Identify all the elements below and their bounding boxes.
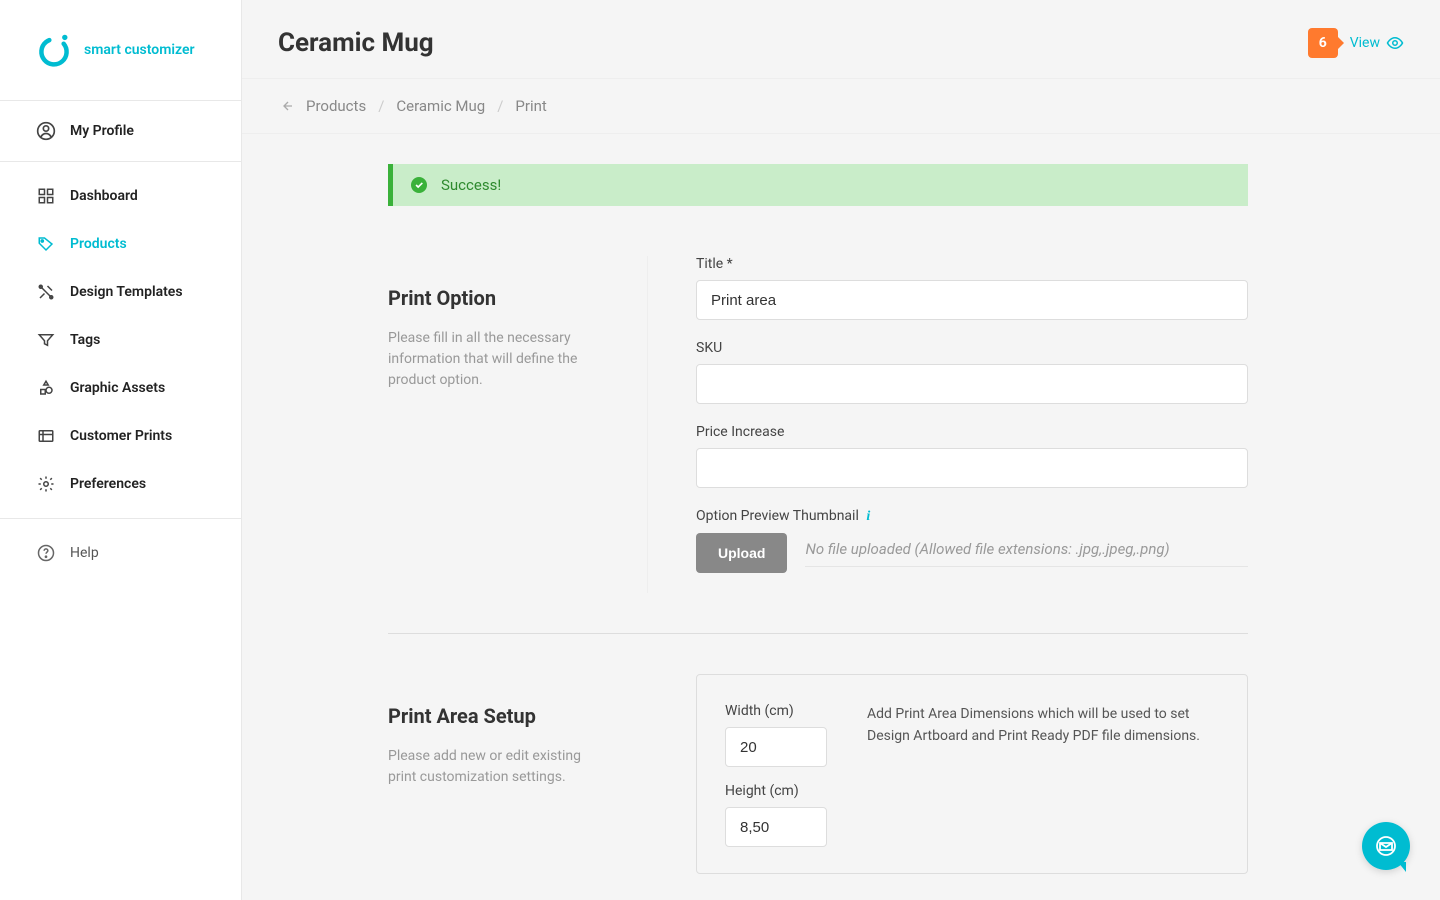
thumbnail-label: Option Preview Thumbnail i xyxy=(696,508,1248,525)
view-link[interactable]: View xyxy=(1350,34,1404,52)
section-heading-print-option: Print Option xyxy=(388,286,607,310)
breadcrumb-separator: / xyxy=(497,97,503,115)
section-description: Please fill in all the necessary informa… xyxy=(388,328,607,391)
title-label: Title * xyxy=(696,256,1248,272)
section-heading-print-area: Print Area Setup xyxy=(388,704,608,728)
nav-label: Help xyxy=(70,545,99,561)
brand-logo-icon xyxy=(36,32,72,68)
height-label: Height (cm) xyxy=(725,783,827,799)
nav-design-templates[interactable]: Design Templates xyxy=(0,268,241,316)
nav-label: Dashboard xyxy=(70,188,138,204)
chat-fab[interactable] xyxy=(1362,822,1410,870)
filter-icon xyxy=(36,330,56,350)
width-input[interactable] xyxy=(725,727,827,767)
nav-label: My Profile xyxy=(70,123,134,139)
check-icon xyxy=(411,177,427,193)
breadcrumb: Products / Ceramic Mug / Print xyxy=(242,79,1440,134)
breadcrumb-current: Print xyxy=(515,97,546,115)
gear-icon xyxy=(36,474,56,494)
brand[interactable]: smart customizer xyxy=(0,0,241,101)
user-icon xyxy=(36,121,56,141)
templates-icon xyxy=(36,282,56,302)
alert-message: Success! xyxy=(441,176,501,194)
upload-button[interactable]: Upload xyxy=(696,533,787,573)
nav-label: Tags xyxy=(70,332,100,348)
print-area-box: Width (cm) Height (cm) Add Print Area Di… xyxy=(696,674,1248,874)
back-arrow-icon[interactable] xyxy=(278,98,294,114)
page-title: Ceramic Mug xyxy=(278,28,434,58)
nav-tags[interactable]: Tags xyxy=(0,316,241,364)
print-area-hint: Add Print Area Dimensions which will be … xyxy=(867,703,1219,863)
nav-label: Graphic Assets xyxy=(70,380,165,396)
tag-icon xyxy=(36,234,56,254)
success-alert: Success! xyxy=(388,164,1248,206)
nav-products[interactable]: Products xyxy=(0,220,241,268)
section-description: Please add new or edit existing print cu… xyxy=(388,746,608,788)
info-icon[interactable]: i xyxy=(866,509,870,524)
upload-hint: No file uploaded (Allowed file extension… xyxy=(805,540,1248,567)
nav-help[interactable]: Help xyxy=(0,529,241,577)
breadcrumb-products[interactable]: Products xyxy=(306,97,366,115)
nav-preferences[interactable]: Preferences xyxy=(0,460,241,508)
nav-label: Preferences xyxy=(70,476,146,492)
height-input[interactable] xyxy=(725,807,827,847)
assets-icon xyxy=(36,378,56,398)
nav-my-profile[interactable]: My Profile xyxy=(0,101,241,161)
brand-name: smart customizer xyxy=(84,42,195,58)
prints-icon xyxy=(36,426,56,446)
nav-customer-prints[interactable]: Customer Prints xyxy=(0,412,241,460)
nav-graphic-assets[interactable]: Graphic Assets xyxy=(0,364,241,412)
breadcrumb-separator: / xyxy=(378,97,384,115)
sidebar: smart customizer My Profile xyxy=(0,0,242,900)
nav-label: Design Templates xyxy=(70,284,183,300)
nav-label: Products xyxy=(70,236,127,252)
sku-label: SKU xyxy=(696,340,1248,356)
sku-input[interactable] xyxy=(696,364,1248,404)
notification-badge[interactable]: 6 xyxy=(1308,28,1338,58)
help-icon xyxy=(36,543,56,563)
nav-dashboard[interactable]: Dashboard xyxy=(0,172,241,220)
mail-icon xyxy=(1374,834,1398,858)
topbar: Ceramic Mug 6 View xyxy=(242,0,1440,79)
divider xyxy=(388,633,1248,634)
price-label: Price Increase xyxy=(696,424,1248,440)
view-label: View xyxy=(1350,35,1380,51)
title-input[interactable] xyxy=(696,280,1248,320)
price-increase-input[interactable] xyxy=(696,448,1248,488)
eye-icon xyxy=(1386,34,1404,52)
dashboard-icon xyxy=(36,186,56,206)
nav-label: Customer Prints xyxy=(70,428,172,444)
breadcrumb-product-name[interactable]: Ceramic Mug xyxy=(396,97,485,115)
width-label: Width (cm) xyxy=(725,703,827,719)
